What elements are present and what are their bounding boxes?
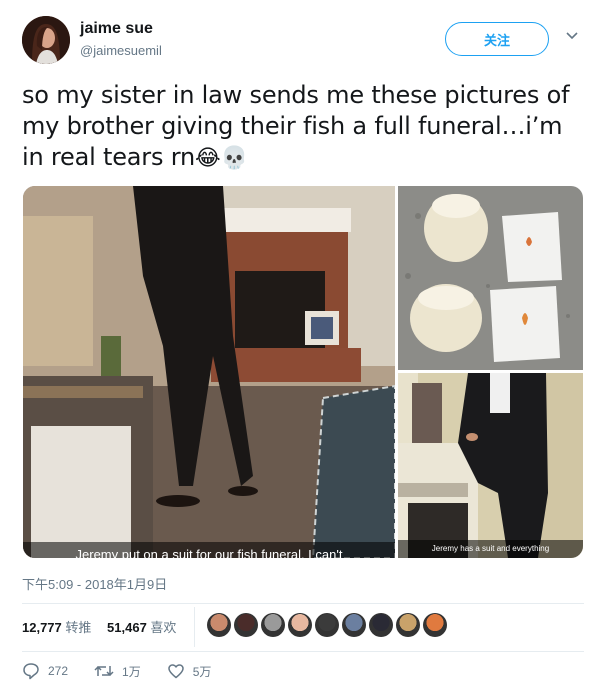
like-count: 5万	[192, 664, 212, 679]
retweet-icon	[94, 665, 114, 677]
heart-icon	[167, 664, 184, 679]
follow-button[interactable]: 关注	[445, 22, 549, 56]
photo-caption: Jeremy has a suit and everything	[398, 540, 583, 558]
tweet-actions: 272 1万 5万	[22, 662, 237, 680]
tweet-text-line: so my sister in law sends me these pictu…	[22, 81, 570, 109]
photo-fireplace[interactable]: Jeremy put on a suit for our fish funera…	[23, 186, 395, 558]
tweet-text-line-part: in real tears rn	[22, 143, 195, 171]
like-button[interactable]: 5万	[167, 662, 212, 680]
liker-avatar[interactable]	[315, 613, 339, 637]
reply-button[interactable]: 272	[22, 662, 68, 680]
photo-bathroom-suit-image	[398, 373, 583, 558]
retweet-count: 1万	[122, 664, 141, 679]
user-handle[interactable]: @jaimesuemil	[80, 43, 162, 58]
engagement-stats: 12,777 转推 51,467 喜欢	[22, 617, 188, 636]
likes-label[interactable]: 喜欢	[150, 620, 176, 635]
retweet-button[interactable]: 1万	[94, 662, 141, 680]
liker-avatar[interactable]	[423, 613, 447, 637]
liker-avatar[interactable]	[369, 613, 393, 637]
liker-avatar[interactable]	[261, 613, 285, 637]
media-grid: Jeremy put on a suit for our fish funera…	[23, 186, 583, 558]
tweet-header: jaime sue @jaimesuemil 关注	[22, 16, 587, 68]
liker-avatar[interactable]	[342, 613, 366, 637]
likes-count[interactable]: 51,467	[107, 620, 147, 635]
liker-avatars	[207, 613, 447, 639]
photo-bathroom-suit[interactable]: Jeremy has a suit and everything	[398, 373, 583, 558]
avatar[interactable]	[22, 16, 70, 64]
retweets-label[interactable]: 转推	[65, 620, 91, 635]
liker-avatar[interactable]	[234, 613, 258, 637]
retweets-count[interactable]: 12,777	[22, 620, 62, 635]
tweet-timestamp[interactable]: 下午5:09 - 2018年1月9日	[22, 574, 167, 593]
photo-candles-image	[398, 186, 583, 370]
tears-of-joy-emoji-icon: 😂	[194, 146, 221, 171]
reply-icon	[23, 663, 39, 680]
skull-emoji-icon: 💀	[220, 146, 248, 171]
stats-separator	[194, 607, 195, 647]
liker-avatar[interactable]	[207, 613, 231, 637]
display-name[interactable]: jaime sue	[80, 20, 153, 38]
tweet-text-line: in real tears rn😂💀	[22, 142, 582, 174]
liker-avatar[interactable]	[396, 613, 420, 637]
liker-avatar[interactable]	[288, 613, 312, 637]
reply-count: 272	[48, 664, 69, 678]
photo-candles[interactable]	[398, 186, 583, 370]
chevron-down-icon[interactable]	[565, 28, 579, 42]
photo-caption: Jeremy put on a suit for our fish funera…	[23, 542, 395, 558]
divider	[22, 603, 584, 604]
photo-fireplace-image	[23, 186, 395, 558]
divider	[22, 651, 584, 652]
tweet-text-line: my brother giving their fish a full fune…	[22, 112, 563, 140]
tweet-text: so my sister in law sends me these pictu…	[22, 80, 582, 174]
